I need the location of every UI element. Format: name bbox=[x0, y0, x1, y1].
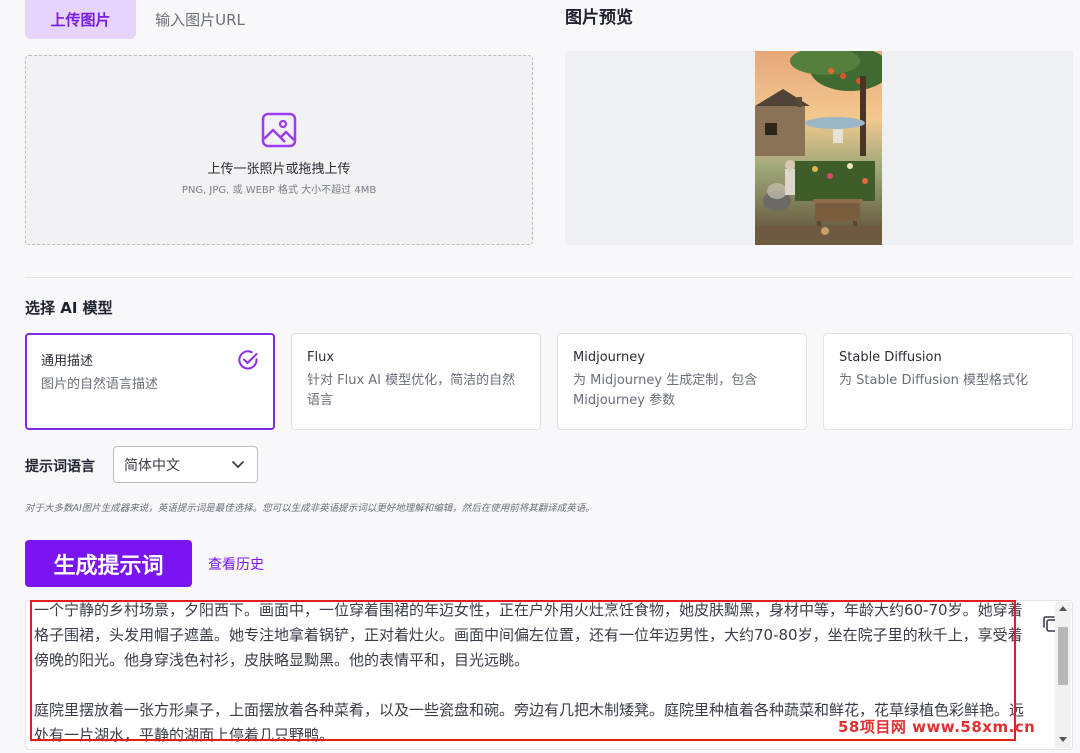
view-history-link[interactable]: 查看历史 bbox=[208, 554, 264, 574]
preview-image bbox=[755, 51, 882, 245]
prompt-language-value: 简体中文 bbox=[124, 457, 180, 474]
model-card-general[interactable]: 通用描述 图片的自然语言描述 bbox=[25, 333, 275, 430]
prompt-language-label: 提示词语言 bbox=[25, 459, 95, 475]
model-card-title: 通用描述 bbox=[41, 354, 94, 369]
model-card-title: Midjourney bbox=[573, 350, 645, 365]
image-preview-panel bbox=[565, 51, 1073, 245]
output-paragraph: 一个宁静的乡村场景，夕阳西下。画面中，一位穿着围裙的年迈女性，正在户外用火灶烹饪… bbox=[34, 601, 1023, 669]
scrollbar-thumb[interactable] bbox=[1058, 627, 1068, 685]
model-card-title: Stable Diffusion bbox=[839, 350, 942, 365]
preview-title: 图片预览 bbox=[565, 8, 633, 28]
model-card-midjourney[interactable]: Midjourney 为 Midjourney 生成定制，包含 Midjourn… bbox=[557, 333, 807, 430]
upload-main-text: 上传一张照片或拖拽上传 bbox=[207, 162, 351, 177]
tab-image-url[interactable]: 输入图片URL bbox=[140, 0, 260, 39]
prompt-language-select[interactable]: 简体中文 bbox=[113, 446, 258, 483]
output-paragraph: 庭院里摆放着一张方形桌子，上面摆放着各种菜肴，以及一些瓷盘和碗。旁边有几把木制矮… bbox=[34, 701, 1025, 744]
model-card-stable-diffusion[interactable]: Stable Diffusion 为 Stable Diffusion 模型格式… bbox=[823, 333, 1073, 430]
tab-upload-image[interactable]: 上传图片 bbox=[25, 0, 136, 39]
upload-sub-text: PNG, JPG, 或 WEBP 格式 大小不超过 4MB bbox=[181, 185, 377, 196]
prompt-output-text: 一个宁静的乡村场景，夕阳西下。画面中，一位穿着围裙的年迈女性，正在户外用火灶烹饪… bbox=[34, 601, 1034, 749]
generate-prompt-button[interactable]: 生成提示词 bbox=[25, 540, 192, 587]
model-card-desc: 针对 Flux AI 模型优化，简洁的自然语言 bbox=[307, 373, 516, 408]
upload-dropzone[interactable]: 上传一张照片或拖拽上传 PNG, JPG, 或 WEBP 格式 大小不超过 4M… bbox=[25, 55, 533, 245]
upload-tabs: 上传图片 输入图片URL bbox=[25, 0, 260, 39]
model-card-desc: 为 Stable Diffusion 模型格式化 bbox=[839, 373, 1028, 388]
chevron-down-icon bbox=[231, 459, 245, 471]
scroll-down-icon[interactable] bbox=[1059, 737, 1067, 742]
prompt-output[interactable]: 一个宁静的乡村场景，夕阳西下。画面中，一位穿着围裙的年迈女性，正在户外用火灶烹饪… bbox=[25, 600, 1073, 750]
language-hint: 对于大多数AI图片生成器来说，英语提示词是最佳选择。您可以生成非英语提示词以更好… bbox=[25, 503, 595, 514]
model-card-desc: 图片的自然语言描述 bbox=[41, 377, 159, 392]
model-card-title: Flux bbox=[307, 350, 335, 365]
output-scrollbar[interactable] bbox=[1055, 602, 1071, 748]
check-circle-icon bbox=[237, 349, 259, 371]
model-section-title: 选择 AI 模型 bbox=[25, 299, 113, 317]
model-card-flux[interactable]: Flux 针对 Flux AI 模型优化，简洁的自然语言 bbox=[291, 333, 541, 430]
model-card-desc: 为 Midjourney 生成定制，包含 Midjourney 参数 bbox=[573, 373, 758, 408]
scroll-up-icon[interactable] bbox=[1059, 606, 1067, 611]
image-icon bbox=[261, 112, 297, 148]
section-divider bbox=[25, 277, 1073, 278]
